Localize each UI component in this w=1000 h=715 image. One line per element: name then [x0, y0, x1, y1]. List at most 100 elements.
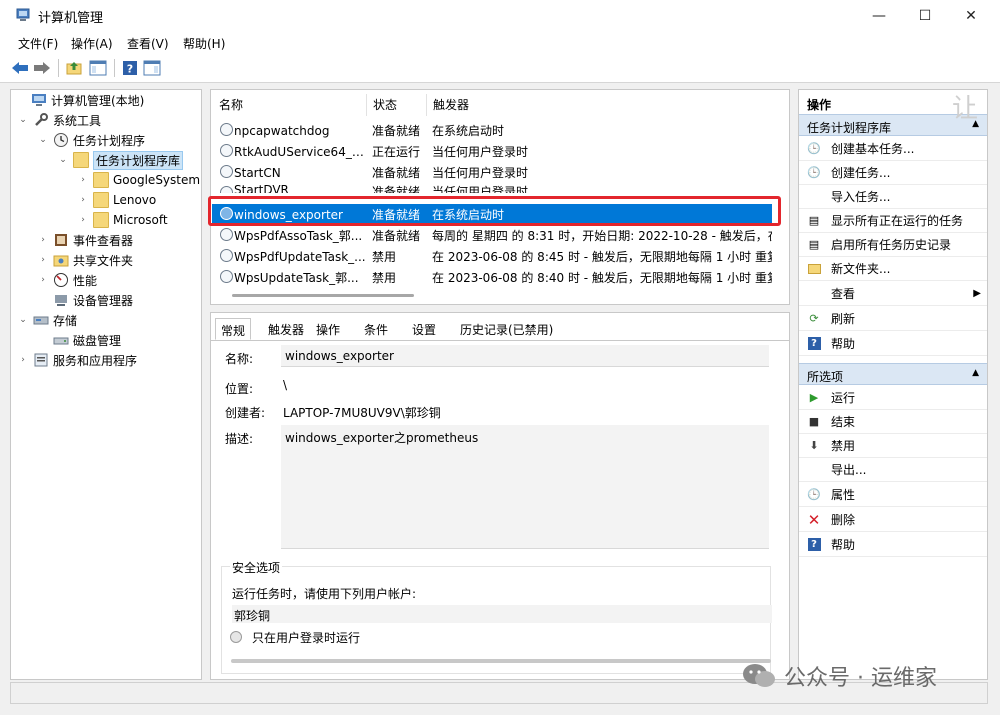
- chevron-down-icon[interactable]: ⌄: [17, 315, 29, 325]
- corner-watermark: 让: [952, 94, 979, 124]
- shared-folder-icon: [53, 255, 69, 267]
- chevron-right-icon[interactable]: ›: [37, 255, 49, 265]
- action-enable-history[interactable]: ▤ 启用所有任务历史记录: [799, 233, 987, 257]
- tree-node-storage[interactable]: ⌄ 存储: [17, 310, 77, 330]
- menu-action[interactable]: 操作(A): [71, 35, 113, 52]
- section-header-selected-item[interactable]: 所选项 ▲: [799, 363, 987, 385]
- tab-conditions[interactable]: 条件: [359, 318, 393, 340]
- action-create-task[interactable]: 🕒 创建任务...: [799, 161, 987, 185]
- task-name: StartDVR: [234, 183, 289, 193]
- refresh-icon: ⟳: [809, 312, 819, 325]
- chevron-right-icon[interactable]: ›: [77, 215, 89, 225]
- menu-file[interactable]: 文件(F): [18, 35, 58, 52]
- chevron-down-icon[interactable]: ⌄: [37, 135, 49, 145]
- action-new-folder[interactable]: 新文件夹...: [799, 257, 987, 281]
- folder-icon: [93, 172, 109, 188]
- action-run[interactable]: ▶ 运行: [799, 386, 987, 410]
- action-end[interactable]: ■ 结束: [799, 410, 987, 434]
- tree-node-services-apps[interactable]: › 服务和应用程序: [17, 350, 137, 370]
- name-field[interactable]: windows_exporter: [281, 345, 769, 367]
- maximize-button[interactable]: ☐: [902, 0, 948, 32]
- column-separator[interactable]: [426, 94, 427, 116]
- tab-history[interactable]: 历史记录(已禁用): [455, 318, 558, 340]
- show-hide-tree-button[interactable]: [88, 58, 108, 78]
- action-import-task[interactable]: 导入任务...: [799, 185, 987, 209]
- menu-view[interactable]: 查看(V): [127, 35, 169, 52]
- table-row[interactable]: StartDVR 准备就绪 当任何用户登录时: [212, 183, 772, 193]
- tree-node-event-viewer[interactable]: › 事件查看器: [37, 230, 133, 250]
- help-icon: ?: [123, 61, 137, 76]
- close-button[interactable]: ✕: [948, 0, 994, 32]
- chevron-right-icon[interactable]: ›: [77, 195, 89, 205]
- tree-node-microsoft[interactable]: › Microsoft: [77, 210, 168, 230]
- table-row[interactable]: WpsPdfAssoTask_郭... 准备就绪 每周的 星期四 的 8:31 …: [212, 225, 772, 246]
- details-scrollbar[interactable]: [231, 659, 771, 663]
- chevron-right-icon[interactable]: ›: [77, 175, 89, 185]
- description-field[interactable]: windows_exporter之prometheus: [281, 425, 769, 549]
- tree-node-performance[interactable]: › 性能: [37, 270, 97, 290]
- chevron-down-icon[interactable]: ⌄: [17, 115, 29, 125]
- tab-general[interactable]: 常规: [215, 318, 252, 340]
- table-row[interactable]: WpsUpdateTask_郭... 禁用 在 2023-06-08 的 8:4…: [212, 267, 772, 288]
- window-title: 计算机管理: [38, 11, 104, 26]
- tab-settings[interactable]: 设置: [407, 318, 441, 340]
- help-button[interactable]: ?: [120, 58, 140, 78]
- action-help[interactable]: ? 帮助: [799, 332, 987, 356]
- tree-node-task-library[interactable]: ⌄ 任务计划程序库: [57, 150, 184, 170]
- action-export[interactable]: 导出...: [799, 458, 987, 482]
- column-header-trigger[interactable]: 触发器: [433, 96, 469, 113]
- action-display-running[interactable]: ▤ 显示所有正在运行的任务: [799, 209, 987, 233]
- table-row[interactable]: WpsPdfUpdateTask_... 禁用 在 2023-06-08 的 8…: [212, 246, 772, 267]
- task-trigger: 当任何用户登录时: [432, 185, 529, 193]
- tab-triggers[interactable]: 触发器: [263, 318, 309, 340]
- action-help-selected[interactable]: ? 帮助: [799, 533, 987, 557]
- up-folder-button[interactable]: [64, 58, 84, 78]
- table-row[interactable]: npcapwatchdog 准备就绪 在系统启动时: [212, 120, 772, 141]
- table-row[interactable]: RtkAudUService64_BG 正在运行 当任何用户登录时: [212, 141, 772, 162]
- svg-text:?: ?: [127, 63, 133, 76]
- column-header-name[interactable]: 名称: [219, 96, 243, 113]
- show-hide-action-pane-button[interactable]: [142, 58, 162, 78]
- tree-node-root[interactable]: 计算机管理(本地): [15, 90, 144, 110]
- name-label: 名称:: [225, 352, 254, 366]
- tab-actions[interactable]: 操作: [311, 318, 345, 340]
- clock-icon: [54, 133, 68, 147]
- back-button[interactable]: [10, 58, 30, 78]
- toolbar: ?: [0, 53, 1000, 83]
- collapse-icon[interactable]: ▲: [972, 368, 979, 378]
- tree-label: 任务计划程序: [73, 133, 146, 148]
- tree-node-device-manager[interactable]: 设备管理器: [37, 290, 133, 310]
- action-refresh[interactable]: ⟳ 刷新: [799, 307, 987, 331]
- tree-node-googlesystem[interactable]: › GoogleSystem: [77, 170, 200, 190]
- menu-help[interactable]: 帮助(H): [183, 35, 225, 52]
- tab-divider: [211, 340, 789, 341]
- chevron-right-icon[interactable]: ›: [17, 355, 29, 365]
- task-status: 禁用: [372, 271, 397, 285]
- tree-node-lenovo[interactable]: › Lenovo: [77, 190, 156, 210]
- console-tree-icon: [89, 60, 107, 76]
- folder-icon: [93, 192, 109, 208]
- action-delete[interactable]: ✕ 删除: [799, 508, 987, 532]
- forward-button[interactable]: [32, 58, 52, 78]
- table-row[interactable]: StartCN 准备就绪 当任何用户登录时: [212, 162, 772, 183]
- column-separator[interactable]: [366, 94, 367, 116]
- minimize-button[interactable]: —: [856, 0, 902, 32]
- chevron-right-icon[interactable]: ›: [37, 275, 49, 285]
- tree-node-system-tools[interactable]: ⌄ 系统工具: [17, 110, 101, 130]
- horizontal-scrollbar[interactable]: [232, 294, 414, 297]
- column-header-status[interactable]: 状态: [373, 96, 397, 113]
- tree-node-shared-folders[interactable]: › 共享文件夹: [37, 250, 133, 270]
- chevron-right-icon[interactable]: ›: [37, 235, 49, 245]
- task-status: 准备就绪: [372, 124, 421, 138]
- action-view[interactable]: 查看 ▶: [799, 282, 987, 306]
- action-create-basic-task[interactable]: 🕒 创建基本任务...: [799, 137, 987, 161]
- task-name: npcapwatchdog: [234, 123, 330, 138]
- history-icon: ▤: [808, 238, 820, 251]
- action-disable[interactable]: ⬇ 禁用: [799, 434, 987, 458]
- tree-node-disk-management[interactable]: 磁盘管理: [37, 330, 121, 350]
- watermark-text: 公众号 · 运维家: [784, 666, 937, 691]
- tree-node-task-scheduler[interactable]: ⌄ 任务计划程序: [37, 130, 145, 150]
- chevron-down-icon[interactable]: ⌄: [57, 155, 69, 165]
- radio-button[interactable]: [230, 631, 242, 643]
- action-properties[interactable]: 🕒 属性: [799, 483, 987, 507]
